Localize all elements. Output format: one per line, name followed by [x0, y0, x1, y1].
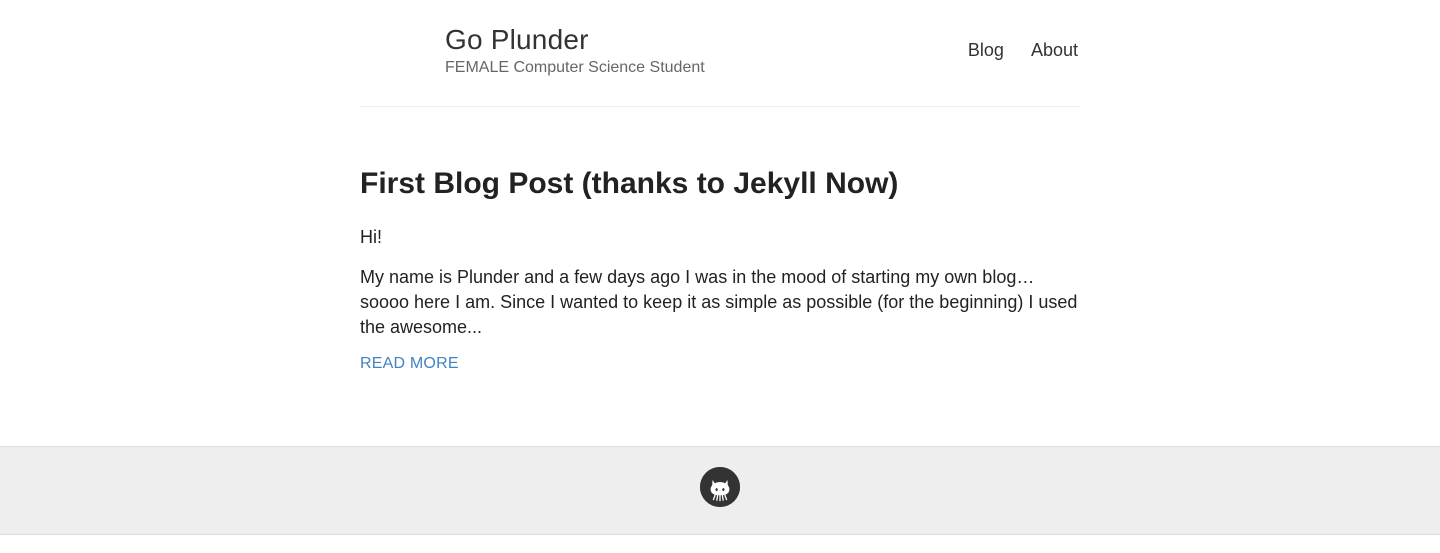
excerpt-paragraph: My name is Plunder and a few days ago I …	[360, 267, 1078, 337]
post-title-link[interactable]: First Blog Post (thanks to Jekyll Now)	[360, 167, 898, 200]
site-description: FEMALE Computer Science Student	[445, 59, 705, 76]
excerpt-paragraph: Hi!	[360, 227, 382, 247]
github-link[interactable]	[700, 467, 740, 507]
github-icon	[700, 467, 740, 507]
read-more-link[interactable]: READ MORE	[360, 355, 459, 373]
post-excerpt: Hi! My name is Plunder and a few days ag…	[360, 225, 1080, 340]
nav-link-blog[interactable]: Blog	[968, 40, 1004, 60]
footer	[0, 446, 1440, 535]
nav-link-about[interactable]: About	[1031, 40, 1078, 60]
site-info: Go Plunder FEMALE Computer Science Stude…	[445, 22, 705, 78]
site-name[interactable]: Go Plunder	[445, 22, 705, 58]
main-content: First Blog Post (thanks to Jekyll Now) H…	[360, 107, 1080, 446]
masthead: Go Plunder FEMALE Computer Science Stude…	[360, 0, 1080, 107]
post-preview: First Blog Post (thanks to Jekyll Now) H…	[360, 165, 1080, 373]
main-nav: Blog About	[946, 40, 1078, 61]
post-title: First Blog Post (thanks to Jekyll Now)	[360, 165, 1080, 203]
